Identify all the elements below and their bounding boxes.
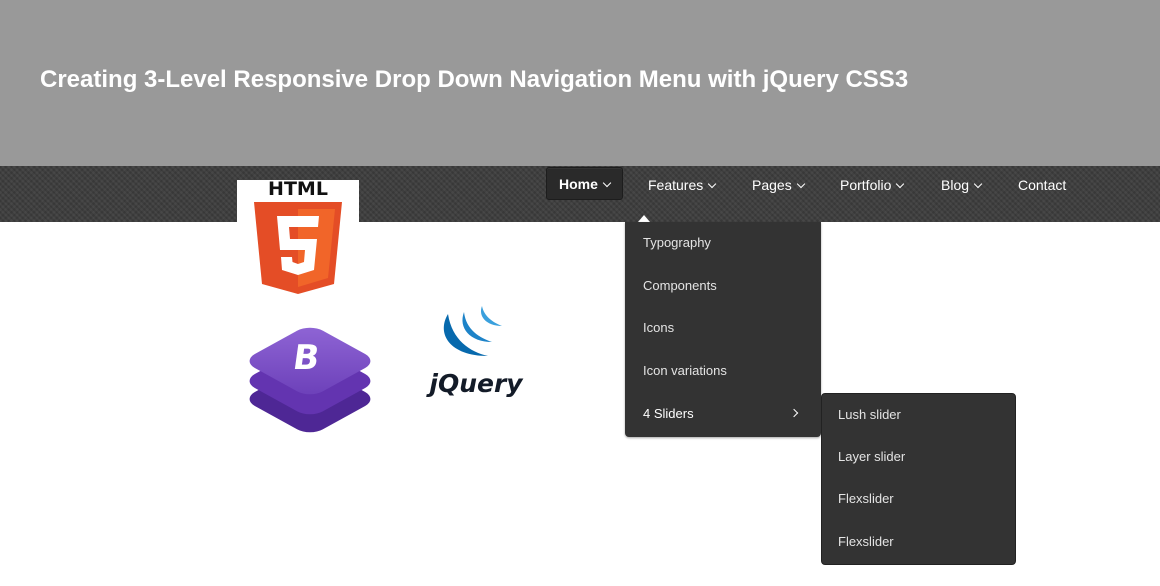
dropdown-pointer-icon: [638, 215, 650, 222]
nav-item-label: Features: [648, 177, 704, 193]
submenu-item-label: Flexslider: [838, 534, 894, 549]
jquery-swirl-icon: jQuery: [425, 306, 524, 398]
page-title: Creating 3-Level Responsive Drop Down Na…: [40, 66, 909, 93]
jquery-text: jQuery: [426, 369, 524, 398]
html5-shield-icon: HTML: [254, 178, 342, 294]
jquery-logo: jQuery: [425, 300, 526, 400]
submenu-item-label: Flexslider: [838, 491, 894, 506]
nav-item-label: Contact: [1018, 177, 1067, 193]
menu-item-label: 4 Sliders: [643, 406, 694, 421]
page-header: Creating 3-Level Responsive Drop Down Na…: [0, 0, 1160, 166]
menu-item-label: Icon variations: [643, 363, 727, 378]
chevron-down-icon: [708, 179, 717, 189]
nav-item-home[interactable]: Home: [546, 167, 623, 200]
html5-logo: HTML: [237, 178, 359, 294]
chevron-down-icon: [896, 179, 905, 189]
menu-item-label: Icons: [643, 320, 675, 335]
nav-item-contact[interactable]: Contact: [1018, 168, 1066, 224]
chevron-down-icon: [973, 179, 983, 189]
nav-item-label: Pages: [752, 177, 792, 193]
chevron-down-icon: [602, 178, 612, 188]
menu-item-typography[interactable]: Typography: [625, 222, 821, 264]
menu-item-icon-variations[interactable]: Icon variations: [625, 350, 821, 392]
chevron-right-icon: [789, 408, 799, 418]
submenu-item-label: Lush slider: [838, 407, 901, 422]
menu-item-components[interactable]: Components: [625, 265, 821, 307]
menu-item-label: Components: [643, 278, 717, 293]
features-dropdown-menu: Typography Components Icons Icon variati…: [625, 222, 821, 437]
nav-item-portfolio[interactable]: Portfolio: [840, 168, 905, 224]
bootstrap-logo: B: [236, 303, 384, 448]
submenu-item-layer-slider[interactable]: Layer slider: [822, 436, 1015, 478]
html5-text: HTML: [268, 180, 328, 200]
nav-item-label: Portfolio: [840, 177, 892, 193]
bootstrap-stack-icon: B: [249, 327, 371, 433]
nav-item-features[interactable]: Features: [648, 168, 717, 224]
chevron-down-icon: [796, 179, 805, 189]
nav-item-label: Home: [559, 176, 598, 192]
submenu-item-flexslider[interactable]: Flexslider: [822, 478, 1015, 520]
submenu-item-flexslider-2[interactable]: Flexslider: [822, 521, 1015, 563]
main-navbar: Home Features Pages Portfolio Blog Conta…: [0, 166, 1160, 222]
menu-item-4-sliders[interactable]: 4 Sliders: [625, 393, 821, 435]
nav-item-label: Blog: [941, 177, 970, 193]
nav-item-blog[interactable]: Blog: [941, 168, 983, 224]
submenu-item-label: Layer slider: [838, 449, 906, 464]
nav-item-pages[interactable]: Pages: [752, 168, 805, 224]
menu-item-label: Typography: [643, 235, 711, 250]
submenu-item-lush-slider[interactable]: Lush slider: [822, 394, 1015, 436]
sliders-submenu: Lush slider Layer slider Flexslider Flex…: [821, 393, 1016, 565]
menu-item-icons[interactable]: Icons: [625, 307, 821, 349]
